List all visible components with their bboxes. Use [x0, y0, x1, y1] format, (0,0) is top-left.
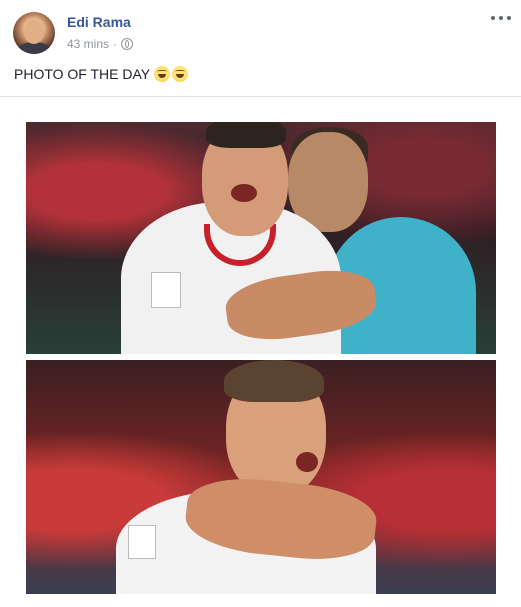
author-name[interactable]: Edi Rama	[67, 14, 131, 30]
world-cup-badge	[128, 525, 156, 559]
author-avatar[interactable]	[13, 12, 55, 54]
player-mouth	[296, 452, 318, 472]
photo-panel-top	[26, 122, 496, 354]
post-caption: PHOTO OF THE DAY	[14, 66, 189, 82]
world-cup-badge	[151, 272, 181, 308]
player-hair	[206, 122, 286, 148]
caption-text: PHOTO OF THE DAY	[14, 66, 151, 82]
more-options-icon[interactable]	[491, 14, 511, 22]
photo-panel-bottom	[26, 360, 496, 594]
post-meta: 43 mins ·	[67, 37, 134, 51]
player-hair	[224, 360, 324, 402]
post-photo[interactable]	[26, 122, 496, 594]
laughing-emoji-icon	[172, 66, 189, 82]
facebook-post: Edi Rama 43 mins · PHOTO OF THE DAY	[0, 0, 521, 607]
player-mouth	[231, 184, 257, 202]
meta-separator: ·	[113, 37, 118, 51]
divider	[0, 96, 521, 97]
avatar-face	[24, 20, 44, 44]
more-dot	[507, 16, 511, 20]
laughing-emoji-icon	[154, 66, 171, 82]
more-dot	[499, 16, 503, 20]
globe-icon[interactable]	[121, 38, 134, 50]
post-timestamp[interactable]: 43 mins	[67, 37, 109, 51]
more-dot	[491, 16, 495, 20]
